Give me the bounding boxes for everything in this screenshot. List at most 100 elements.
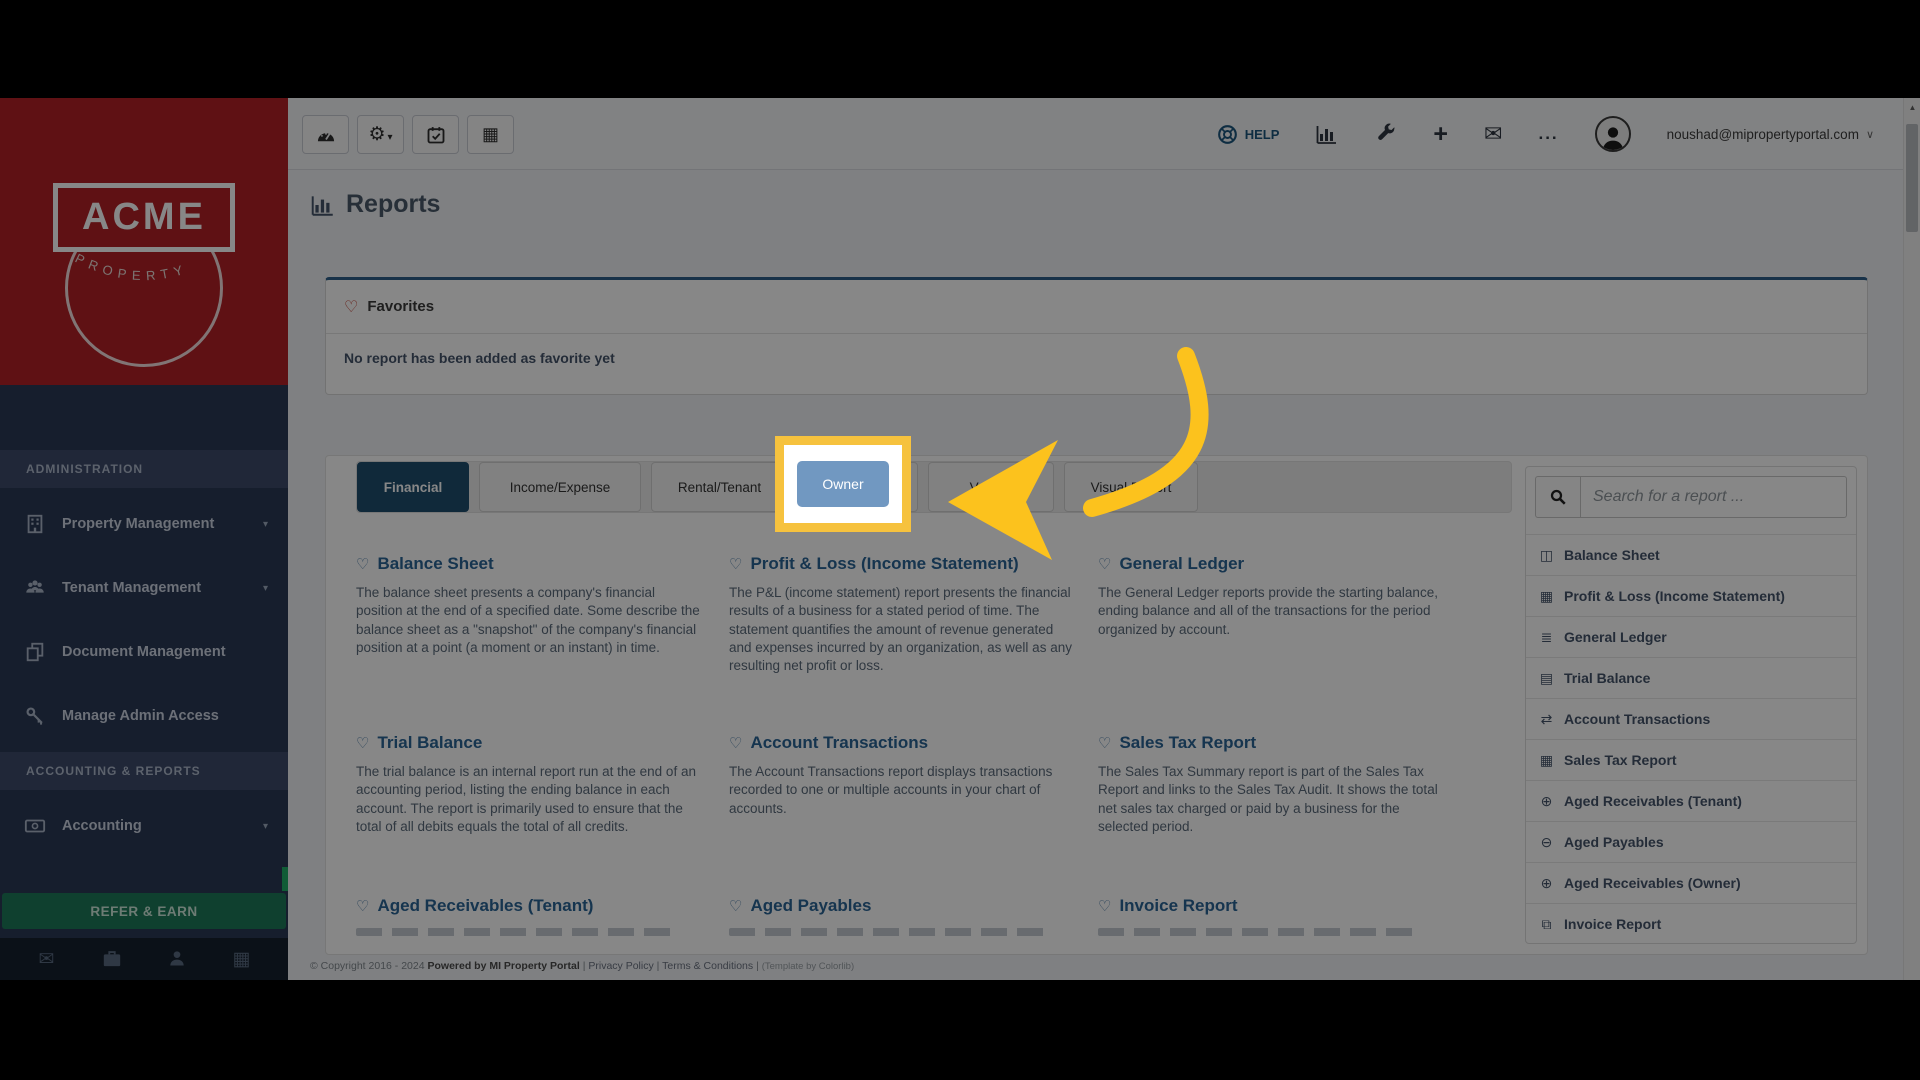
tab-income-expense[interactable]: Income/Expense <box>479 462 641 512</box>
add-new-button[interactable]: + <box>1433 122 1448 147</box>
privacy-policy-link[interactable]: Privacy Policy <box>588 960 653 972</box>
favorites-header: Favorites <box>326 280 1867 334</box>
bar-chart-icon <box>310 193 336 217</box>
report-card-balance-sheet: Balance Sheet The balance sheet presents… <box>356 554 701 657</box>
report-description: The P&L (income statement) report presen… <box>729 584 1074 676</box>
main-content: Reports Favorites No report has been add… <box>288 170 1920 980</box>
list-icon <box>1538 629 1555 646</box>
report-link[interactable]: Account Transactions <box>729 733 1074 753</box>
terms-conditions-link[interactable]: Terms & Conditions <box>662 960 753 972</box>
calculator-icon[interactable] <box>230 948 254 970</box>
dashboard-button[interactable] <box>302 115 349 154</box>
help-button[interactable]: HELP <box>1217 124 1280 145</box>
report-card-trial-balance: Trial Balance The trial balance is an in… <box>356 733 701 836</box>
sidebar-item-label: Accounting <box>62 818 263 834</box>
report-card-invoice-report: Invoice Report <box>1098 896 1443 936</box>
list-item-aged-receivables-tenant[interactable]: Aged Receivables (Tenant) <box>1526 780 1856 821</box>
sidebar-item-accounting[interactable]: Accounting <box>0 798 288 854</box>
reports-panel: Financial Income/Expense Rental/Tenant O… <box>325 455 1868 955</box>
person-icon <box>1599 122 1627 150</box>
chevron-down-icon <box>263 820 268 832</box>
heart-icon[interactable] <box>1098 897 1111 915</box>
report-card-aged-receivables-tenant: Aged Receivables (Tenant) <box>356 896 701 936</box>
heart-icon[interactable] <box>1098 555 1111 573</box>
tab-vendor[interactable]: Vendor <box>928 462 1054 512</box>
calculator-icon <box>1538 588 1555 605</box>
life-ring-icon <box>1217 124 1238 145</box>
tools-button[interactable] <box>1375 123 1397 145</box>
page-title: Reports <box>310 190 440 219</box>
avatar[interactable] <box>1595 116 1631 152</box>
sidebar-item-label: Property Management <box>62 516 263 532</box>
documents-icon <box>22 641 48 663</box>
report-link[interactable]: Profit & Loss (Income Statement) <box>729 554 1074 574</box>
envelope-icon[interactable] <box>35 948 59 970</box>
company-logo: ACME PROPERTY <box>0 98 288 385</box>
report-description: The trial balance is an internal report … <box>356 763 701 836</box>
sidebar-item-document-management[interactable]: Document Management <box>0 624 288 680</box>
heart-icon[interactable] <box>356 555 369 573</box>
calendar-button[interactable] <box>412 115 459 154</box>
search-button[interactable] <box>1535 476 1581 518</box>
list-item-profit-loss[interactable]: Profit & Loss (Income Statement) <box>1526 575 1856 616</box>
sidebar-item-manage-admin-access[interactable]: Manage Admin Access <box>0 688 288 744</box>
copyright-text: © Copyright 2016 - 2024 <box>310 960 425 972</box>
heart-icon[interactable] <box>356 897 369 915</box>
tab-owner-highlighted[interactable]: Owner <box>797 461 889 507</box>
heart-icon[interactable] <box>1098 734 1111 752</box>
scrollbar-thumb[interactable] <box>1906 124 1918 232</box>
sidebar-section-accounting-reports: ACCOUNTING & REPORTS <box>0 752 288 790</box>
list-item-balance-sheet[interactable]: Balance Sheet <box>1526 534 1856 575</box>
user-icon[interactable] <box>165 948 189 970</box>
logo-subtitle-arc: PROPERTY <box>44 248 244 300</box>
help-label: HELP <box>1245 127 1280 142</box>
messages-button[interactable] <box>1484 123 1502 145</box>
report-link[interactable]: Balance Sheet <box>356 554 701 574</box>
favorites-title: Favorites <box>367 298 434 315</box>
refer-and-earn-button[interactable]: REFER & EARN <box>2 893 286 929</box>
sidebar-item-label: Manage Admin Access <box>62 708 268 724</box>
logo-title: ACME <box>82 196 206 238</box>
tab-financial[interactable]: Financial <box>357 462 469 512</box>
report-link[interactable]: Trial Balance <box>356 733 701 753</box>
list-item-trial-balance[interactable]: Trial Balance <box>1526 657 1856 698</box>
user-menu[interactable]: noushad@mipropertyportal.com ∨ <box>1667 127 1874 142</box>
list-item-general-ledger[interactable]: General Ledger <box>1526 616 1856 657</box>
more-menu-button[interactable]: ... <box>1538 124 1558 144</box>
bar-chart-icon <box>1315 123 1339 145</box>
list-item-sales-tax[interactable]: Sales Tax Report <box>1526 739 1856 780</box>
sidebar-item-tenant-management[interactable]: Tenant Management <box>0 560 288 616</box>
search-input[interactable] <box>1581 476 1847 518</box>
list-item-aged-payables[interactable]: Aged Payables <box>1526 821 1856 862</box>
report-card-account-transactions: Account Transactions The Account Transac… <box>729 733 1074 818</box>
sidebar-item-property-management[interactable]: Property Management <box>0 496 288 552</box>
scroll-up-arrow[interactable]: ▲ <box>1904 103 1920 112</box>
report-link[interactable]: Invoice Report <box>1098 896 1443 916</box>
report-link[interactable]: Aged Receivables (Tenant) <box>356 896 701 916</box>
heart-icon[interactable] <box>356 734 369 752</box>
tab-rental-tenant[interactable]: Rental/Tenant <box>651 462 788 512</box>
settings-button[interactable] <box>357 115 404 154</box>
exchange-icon <box>1538 711 1555 728</box>
list-item-invoice-report[interactable]: Invoice Report <box>1526 903 1856 944</box>
svg-text:PROPERTY: PROPERTY <box>73 250 190 283</box>
report-link[interactable]: Sales Tax Report <box>1098 733 1443 753</box>
briefcase-icon[interactable] <box>100 948 124 970</box>
key-icon <box>22 705 48 727</box>
wrench-icon <box>1375 123 1397 145</box>
report-link[interactable]: General Ledger <box>1098 554 1443 574</box>
report-quick-list: Balance Sheet Profit & Loss (Income Stat… <box>1526 534 1856 944</box>
sidebar-section-administration: ADMINISTRATION <box>0 450 288 488</box>
report-card-profit-loss: Profit & Loss (Income Statement) The P&L… <box>729 554 1074 676</box>
heart-icon[interactable] <box>729 897 742 915</box>
list-item-account-transactions[interactable]: Account Transactions <box>1526 698 1856 739</box>
report-link[interactable]: Aged Payables <box>729 896 1074 916</box>
tab-visual-report[interactable]: Visual Report <box>1064 462 1198 512</box>
reports-shortcut-button[interactable] <box>1315 123 1339 145</box>
list-item-aged-receivables-owner[interactable]: Aged Receivables (Owner) <box>1526 862 1856 903</box>
calculator-button[interactable] <box>467 115 514 154</box>
vertical-scrollbar[interactable]: ▲ <box>1903 98 1920 980</box>
sidebar-footer-icons <box>0 938 288 980</box>
heart-icon[interactable] <box>729 555 742 573</box>
heart-icon[interactable] <box>729 734 742 752</box>
